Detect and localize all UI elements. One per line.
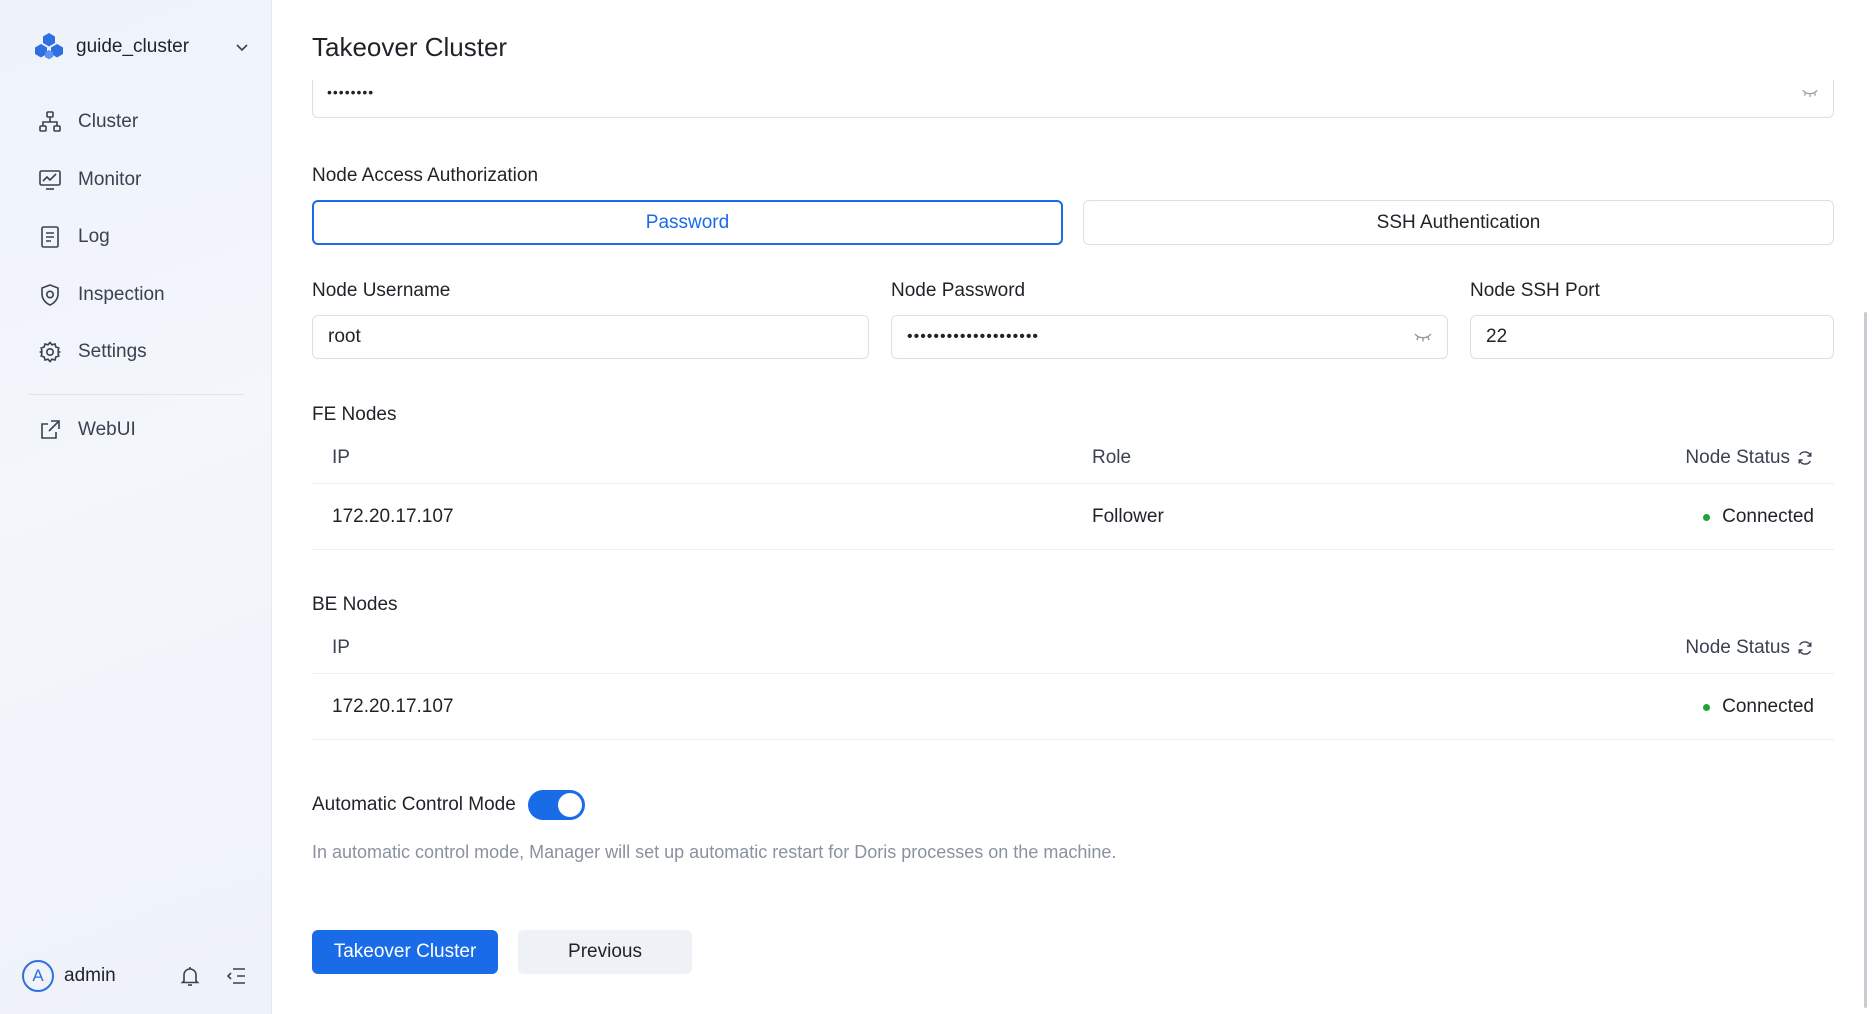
table-header: IP Node Status [312, 617, 1834, 674]
fe-node-ip: 172.20.17.107 [332, 506, 454, 527]
previous-password-field[interactable]: •••••••• [312, 80, 1834, 118]
column-header-ip: IP [332, 637, 350, 658]
auto-control-hint: In automatic control mode, Manager will … [312, 842, 1117, 862]
node-username-input[interactable]: root [312, 315, 869, 359]
eye-closed-icon[interactable] [1413, 330, 1433, 344]
status-dot-icon [1703, 513, 1711, 521]
sidebar-item-label: Log [78, 226, 110, 247]
scrollbar[interactable] [1864, 312, 1867, 1008]
main-content: Takeover Cluster •••••••• Node Access Au… [272, 0, 1872, 1014]
sidebar-item-label: Settings [78, 341, 147, 362]
sidebar-item-label: WebUI [78, 419, 136, 440]
node-password-label: Node Password [891, 280, 1026, 301]
be-node-status-label: Connected [1722, 696, 1814, 717]
sidebar-item-log[interactable]: Log [24, 213, 246, 261]
password-mask: •••••••• [327, 84, 375, 100]
node-ssh-port-label: Node SSH Port [1470, 280, 1600, 301]
takeover-cluster-button[interactable]: Takeover Cluster [312, 930, 498, 974]
avatar[interactable]: A [22, 960, 54, 992]
auto-control-row: Automatic Control Mode [312, 790, 585, 820]
node-ssh-port-input[interactable]: 22 [1470, 315, 1834, 359]
sidebar-footer: A admin [22, 958, 248, 994]
auto-control-toggle[interactable] [527, 790, 585, 820]
fe-node-status-label: Connected [1722, 506, 1814, 527]
table-row: 172.20.17.107 Connected [312, 674, 1834, 740]
column-header-status: Node Status [1685, 637, 1814, 659]
column-header-status-label: Node Status [1685, 637, 1790, 658]
previous-button[interactable]: Previous [518, 930, 692, 974]
be-nodes-title: BE Nodes [312, 594, 398, 615]
cluster-switcher[interactable]: guide_cluster [32, 30, 250, 64]
sidebar-item-webui[interactable]: WebUI [24, 406, 246, 454]
column-header-status-label: Node Status [1685, 447, 1790, 468]
node-username-label: Node Username [312, 280, 451, 301]
be-nodes-table: IP Node Status 172.20.17.107 Connected [312, 617, 1834, 740]
status-dot-icon [1703, 703, 1711, 711]
fe-nodes-title: FE Nodes [312, 404, 397, 425]
sidebar-item-label: Inspection [78, 283, 165, 305]
sidebar: guide_cluster Cluster Monitor Log Inspec… [0, 0, 272, 1014]
table-header: IP Role Node Status [312, 427, 1834, 484]
column-header-status: Node Status [1685, 447, 1814, 469]
sidebar-nav: Cluster Monitor Log Inspection Settings [24, 98, 246, 386]
refresh-icon[interactable] [1796, 449, 1814, 467]
inspection-icon [41, 283, 59, 306]
username[interactable]: admin [64, 965, 156, 987]
sidebar-item-settings[interactable]: Settings [24, 328, 246, 376]
cluster-name: guide_cluster [76, 36, 190, 57]
be-node-ip: 172.20.17.107 [332, 696, 454, 717]
bell-icon[interactable] [178, 964, 202, 988]
monitor-icon [39, 169, 61, 190]
fe-node-role: Follower [1092, 506, 1164, 527]
collapse-menu-icon[interactable] [224, 964, 248, 988]
table-row: 172.20.17.107 Follower Connected [312, 484, 1834, 550]
node-ssh-port-value: 22 [1486, 326, 1508, 347]
tab-password[interactable]: Password [312, 200, 1063, 245]
toggle-knob [557, 793, 582, 817]
sidebar-item-monitor[interactable]: Monitor [24, 156, 246, 204]
chevron-down-icon [236, 44, 248, 52]
auto-control-label: Automatic Control Mode [312, 794, 516, 815]
column-header-role: Role [1092, 447, 1132, 468]
tab-ssh-authentication[interactable]: SSH Authentication [1083, 200, 1834, 245]
column-header-ip: IP [332, 447, 350, 468]
external-link-icon [41, 420, 60, 439]
cluster-icon [39, 111, 61, 132]
be-node-status: Connected [1703, 696, 1814, 718]
log-icon [41, 226, 59, 248]
node-password-mask: •••••••••••••••••••• [907, 328, 1040, 345]
settings-icon [39, 341, 61, 363]
fe-node-status: Connected [1703, 506, 1814, 528]
sidebar-item-label: Monitor [78, 168, 142, 190]
sidebar-divider [28, 394, 244, 395]
node-username-value: root [328, 326, 361, 347]
sidebar-item-label: Cluster [78, 111, 139, 132]
refresh-icon[interactable] [1796, 639, 1814, 657]
auth-method-tabs: Password SSH Authentication [312, 200, 1834, 245]
fe-nodes-table: IP Role Node Status 172.20.17.107 Follow… [312, 427, 1834, 550]
node-password-input[interactable]: •••••••••••••••••••• [891, 315, 1448, 359]
page-title: Takeover Cluster [312, 32, 508, 62]
cluster-logo-icon [35, 33, 63, 60]
sidebar-item-cluster[interactable]: Cluster [24, 98, 246, 146]
eye-closed-icon[interactable] [1801, 86, 1819, 100]
sidebar-item-inspection[interactable]: Inspection [24, 271, 246, 319]
auth-section-label: Node Access Authorization [312, 165, 539, 186]
